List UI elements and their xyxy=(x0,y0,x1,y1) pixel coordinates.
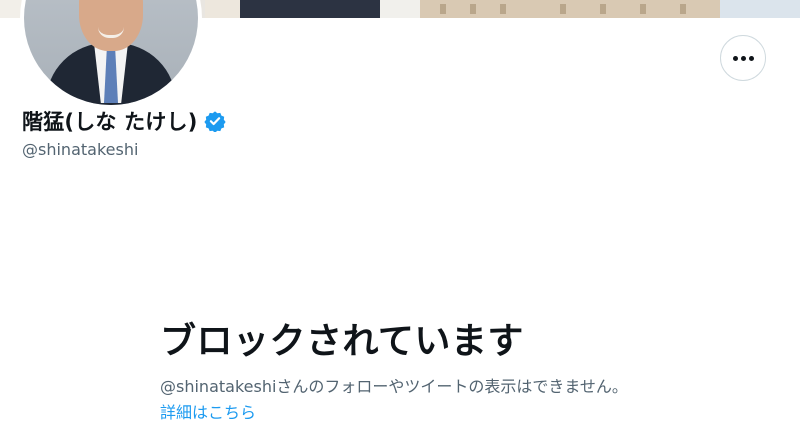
more-options-button[interactable] xyxy=(720,35,766,81)
blocked-message-text: @shinatakeshiさんのフォローやツイートの表示はできません。 xyxy=(160,377,628,396)
avatar-photo xyxy=(24,0,198,105)
profile-name-row: 階猛(しな たけし) xyxy=(22,106,226,136)
blocked-message: @shinatakeshiさんのフォローやツイートの表示はできません。詳細はこち… xyxy=(160,374,640,426)
blocked-title: ブロックされています xyxy=(160,321,524,362)
ellipsis-icon xyxy=(732,55,754,61)
verified-badge-icon xyxy=(203,111,226,132)
profile-handle: @shinatakeshi xyxy=(22,140,139,159)
learn-more-link[interactable]: 詳細はこちら xyxy=(160,403,256,422)
profile-avatar[interactable] xyxy=(20,0,202,109)
display-name: 階猛(しな たけし) xyxy=(22,110,198,134)
